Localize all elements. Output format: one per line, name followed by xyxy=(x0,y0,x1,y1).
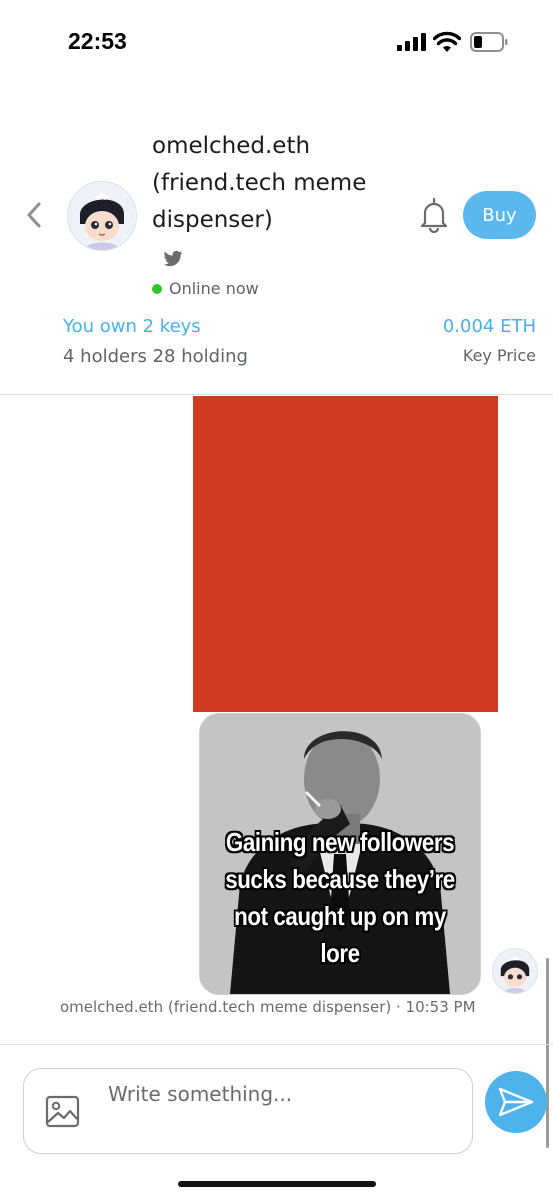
twitter-icon[interactable] xyxy=(163,250,183,268)
avatar-illustration xyxy=(68,182,136,250)
profile-name: omelched.eth (friend.tech meme dispenser… xyxy=(152,133,367,233)
header-divider xyxy=(0,394,553,395)
meme-caption: Gaining new followers sucks because they… xyxy=(225,827,455,968)
avatar-illustration-small xyxy=(493,949,537,993)
holders-holding: 4 holders 28 holding xyxy=(63,346,248,367)
composer-divider xyxy=(0,1044,553,1045)
bell-icon[interactable] xyxy=(418,197,450,233)
signal-icon xyxy=(397,33,426,51)
online-status-text: Online now xyxy=(169,279,259,298)
buy-button[interactable]: Buy xyxy=(463,191,536,239)
profile-avatar[interactable] xyxy=(67,181,137,251)
home-indicator[interactable] xyxy=(178,1181,376,1187)
status-time: 22:53 xyxy=(68,28,127,54)
send-button[interactable] xyxy=(485,1071,547,1133)
back-chevron-icon[interactable] xyxy=(24,200,44,230)
sender-avatar[interactable] xyxy=(492,948,538,994)
message-input[interactable] xyxy=(108,1076,458,1112)
key-price-label: Key Price xyxy=(462,346,536,365)
message-meta: omelched.eth (friend.tech meme dispenser… xyxy=(60,998,476,1016)
keys-owned[interactable]: You own 2 keys xyxy=(63,316,201,337)
image-icon[interactable] xyxy=(45,1095,80,1128)
wifi-icon xyxy=(433,31,461,52)
message-image-red[interactable] xyxy=(193,396,498,712)
send-icon xyxy=(498,1087,534,1117)
battery-icon xyxy=(470,32,508,52)
message-meme-image[interactable]: Gaining new followers sucks because they… xyxy=(199,713,481,995)
key-price: 0.004 ETH xyxy=(442,316,536,337)
online-status-dot xyxy=(152,284,162,294)
